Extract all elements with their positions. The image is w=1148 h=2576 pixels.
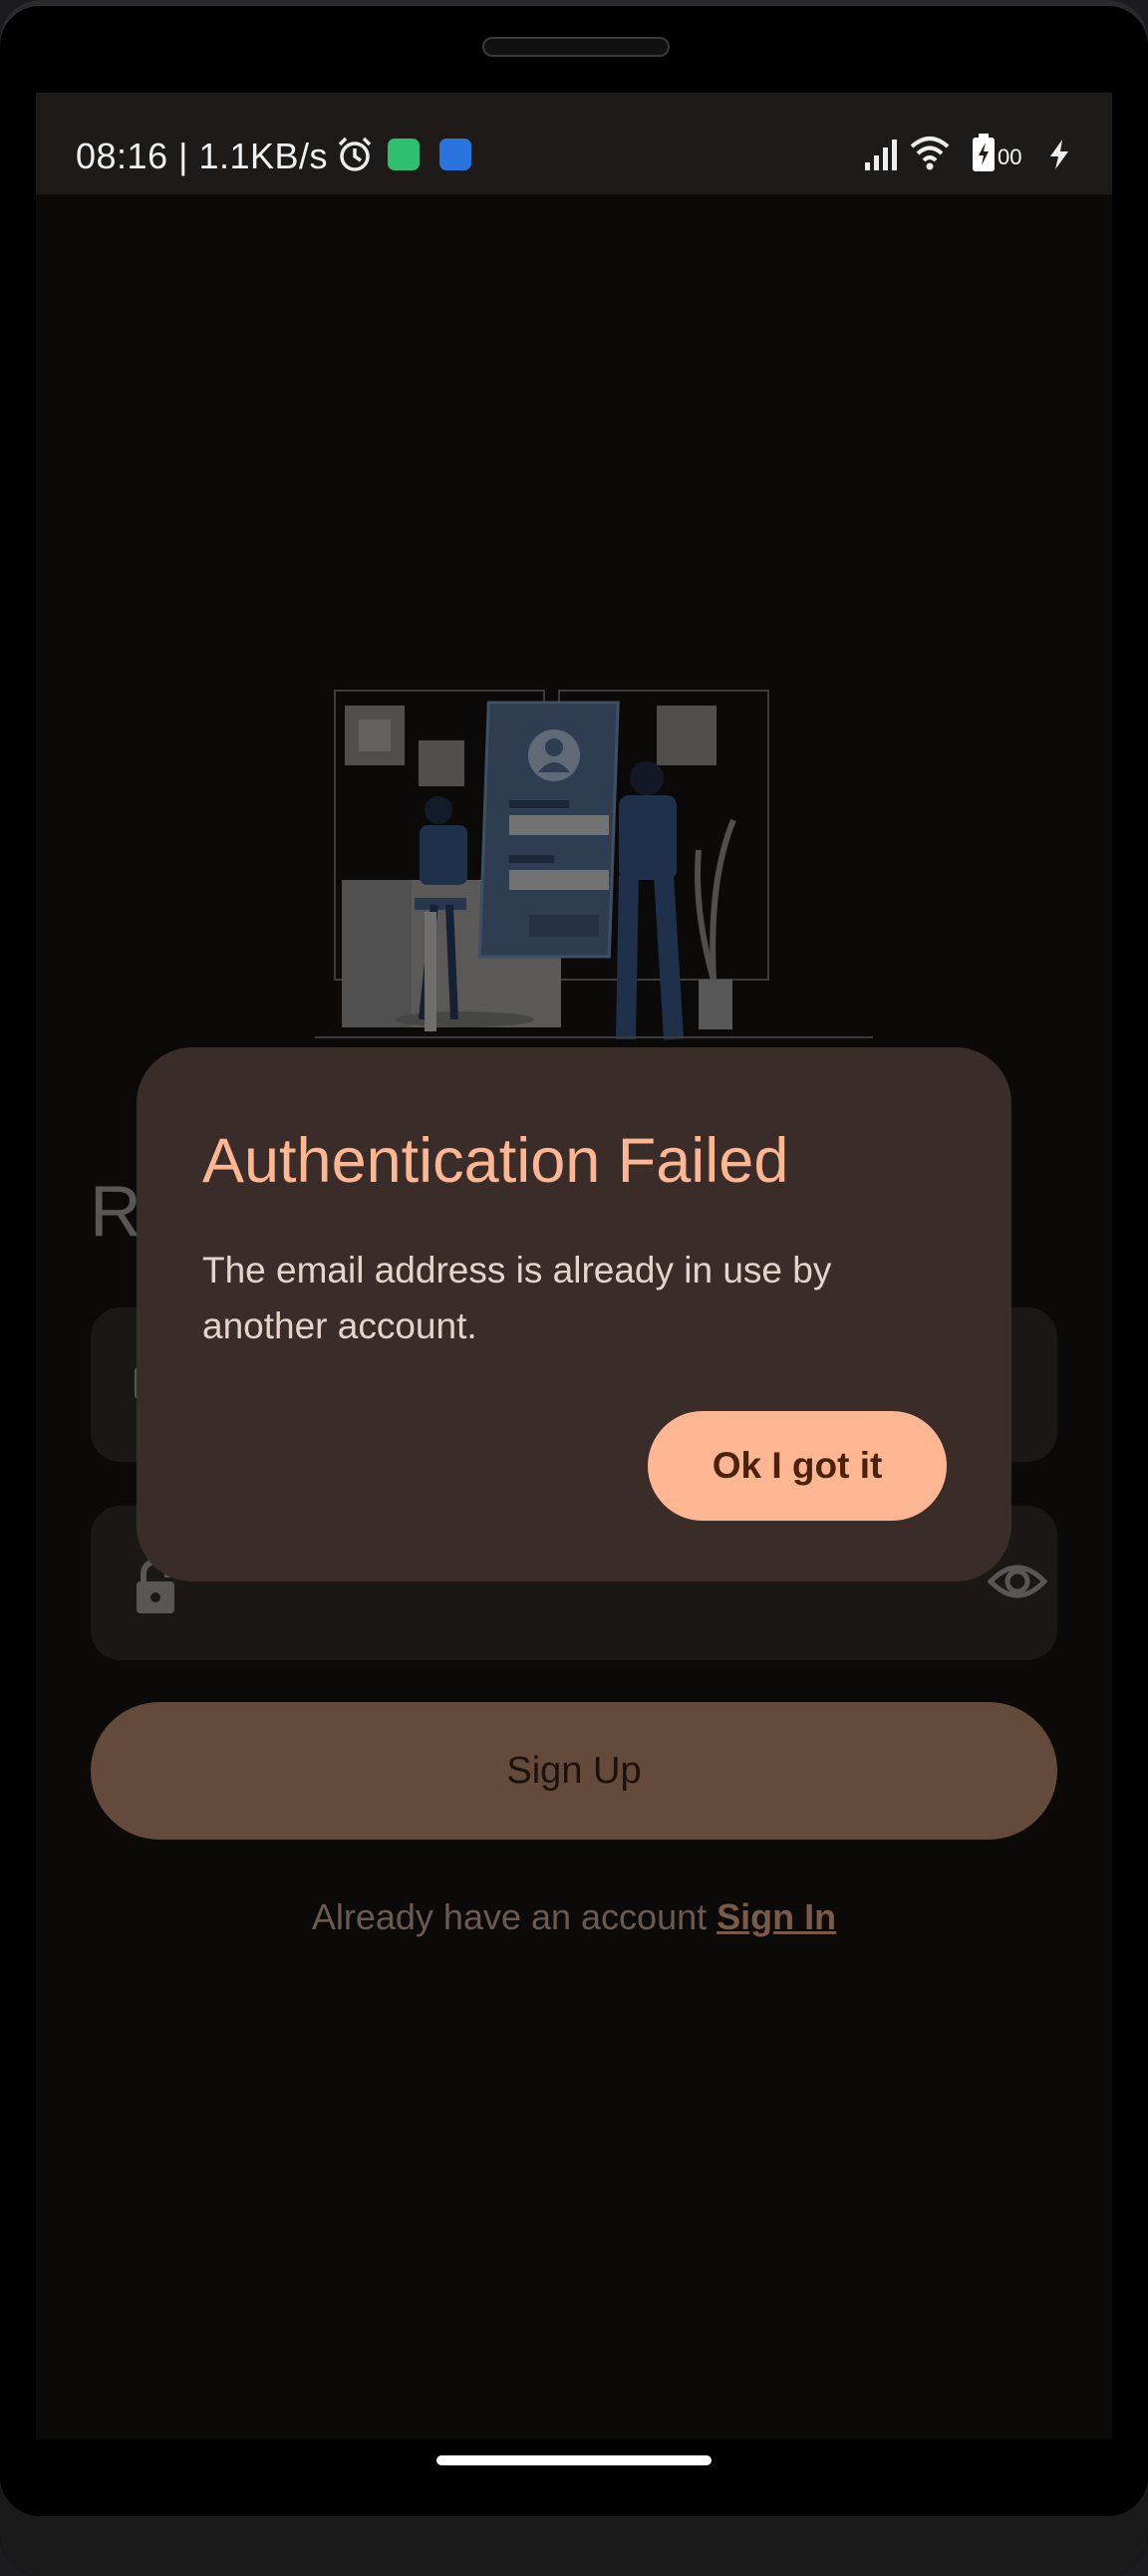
twitter-app-icon [439, 139, 471, 170]
home-indicator[interactable] [436, 2455, 712, 2465]
sign-up-button[interactable]: Sign Up [91, 1702, 1057, 1840]
eye-icon[interactable] [988, 1560, 1047, 1603]
wifi-icon [910, 137, 950, 170]
signal-icon [865, 140, 897, 170]
alarm-icon [338, 137, 372, 171]
dialog-message: The email address is already in use by a… [202, 1250, 832, 1346]
ok-got-it-button[interactable]: Ok I got it [648, 1411, 947, 1521]
sign-in-prompt-text: Already have an account [311, 1896, 718, 1937]
android-app-icon [388, 139, 420, 170]
status-time-speed: 08:16 | 1.1KB/s [76, 136, 329, 176]
auth-failed-dialog: Authentication Failed The email address … [137, 1047, 1011, 1581]
sign-in-link[interactable]: Sign In [717, 1896, 836, 1937]
status-bar: 08:16 | 1.1KB/s 00 [36, 93, 1112, 194]
earpiece-speaker [482, 37, 670, 57]
battery-charging-icon [973, 134, 995, 171]
battery-level: 00 [998, 144, 1022, 169]
app-screen: 08:16 | 1.1KB/s 00 R Sign Up Already hav… [36, 93, 1112, 2439]
screen-title: R [90, 1172, 142, 1252]
phone-frame: 08:16 | 1.1KB/s 00 R Sign Up Already hav… [0, 0, 1148, 2576]
sign-in-prompt: Already have an account Sign In [36, 1896, 1112, 1938]
login-illustration [315, 690, 873, 1040]
dialog-title: Authentication Failed [202, 1126, 789, 1196]
charging-bolt-icon [1050, 140, 1068, 169]
